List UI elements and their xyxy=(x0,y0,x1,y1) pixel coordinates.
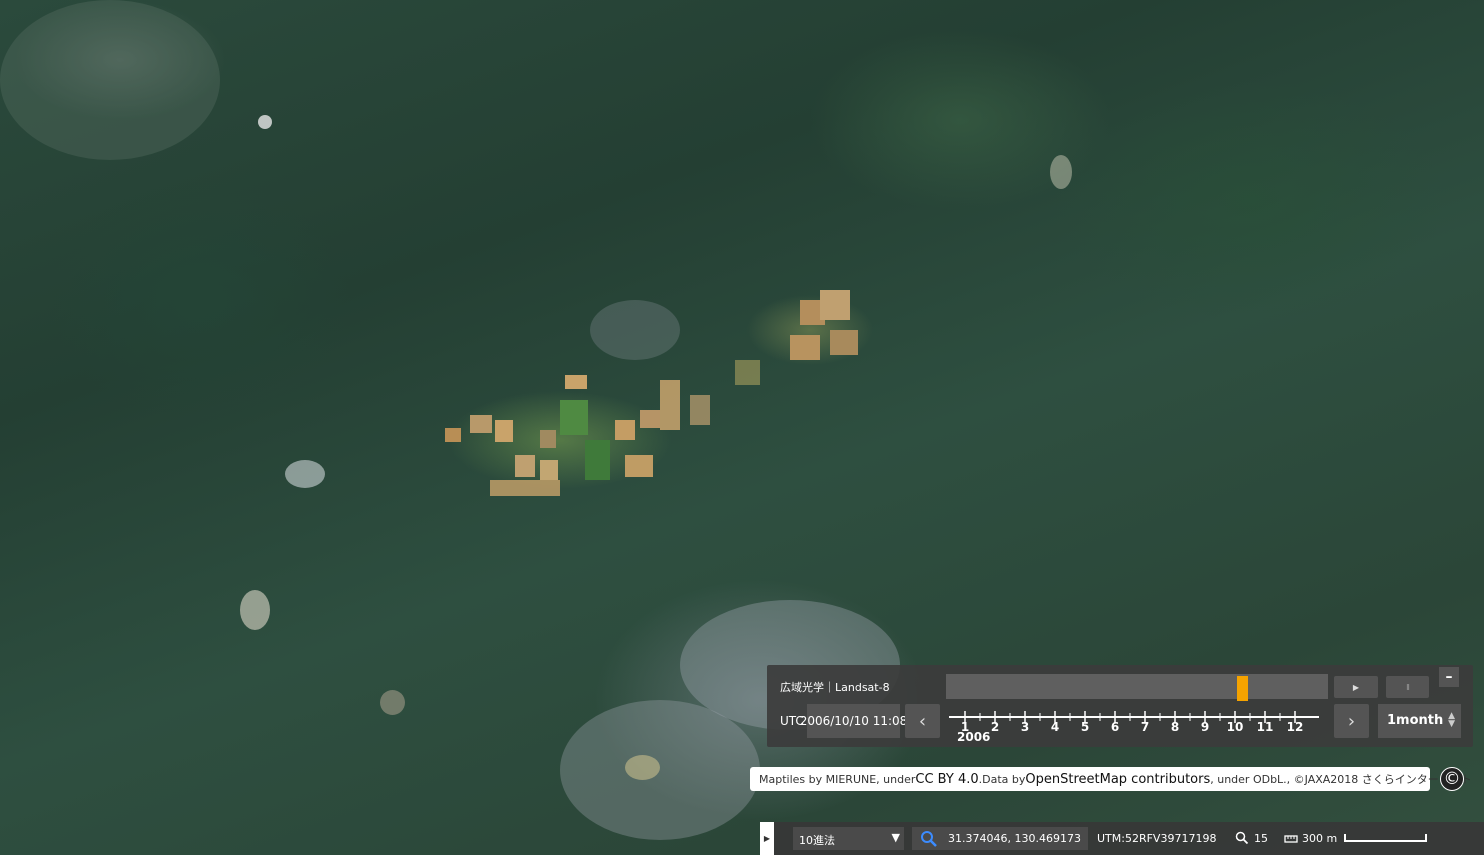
month-tick-label: 11 xyxy=(1257,720,1274,734)
attribution-text-2: .Data by xyxy=(978,772,1026,786)
field-patch xyxy=(625,455,653,477)
bright-patch xyxy=(258,115,272,129)
cc-by-link[interactable]: CC BY 4.0 xyxy=(915,772,978,787)
coordinate-search[interactable]: 31.374046, 130.469173 xyxy=(912,827,1088,850)
month-tick-label: 7 xyxy=(1141,720,1149,734)
chevron-down-icon: ▼ xyxy=(891,831,900,844)
zoom-icon xyxy=(1235,831,1249,845)
play-icon: ▶ xyxy=(1352,682,1360,692)
bright-patch xyxy=(625,755,660,780)
year-label: 2006 xyxy=(957,730,990,744)
month-tick-label: 3 xyxy=(1021,720,1029,734)
urban-area xyxy=(560,700,760,840)
copyright-button[interactable]: © xyxy=(1440,767,1464,791)
month-tick-label: 5 xyxy=(1081,720,1089,734)
bright-patch xyxy=(380,690,405,715)
play-button[interactable]: ▶ xyxy=(1334,676,1378,698)
urban-area xyxy=(590,300,680,360)
field-patch xyxy=(515,455,535,477)
field-patch xyxy=(470,415,492,433)
month-ticks: 1 2 3 4 5 6 7 8 9 10 11 12 xyxy=(961,711,1304,734)
interval-select[interactable]: 1month ▲ ▼ xyxy=(1378,704,1461,738)
scale-label: 300 m xyxy=(1302,832,1338,845)
time-slider-panel: 広域光学｜Landsat-8 ▶ II – UTC 2006/10/10 11:… xyxy=(767,665,1473,747)
bright-patch xyxy=(1050,155,1072,189)
timeline-handle[interactable] xyxy=(1237,676,1248,701)
month-tick-label: 9 xyxy=(1201,720,1209,734)
field-patch xyxy=(540,460,558,480)
field-patch xyxy=(540,430,556,448)
updown-arrows-icon: ▲ ▼ xyxy=(1448,711,1455,729)
osm-link[interactable]: OpenStreetMap contributors xyxy=(1025,772,1210,787)
copyright-icon: © xyxy=(1443,769,1461,789)
field-patch xyxy=(615,420,635,440)
bright-patch xyxy=(285,460,325,488)
attribution-text-1: Maptiles by MIERUNE, under xyxy=(759,772,916,786)
zoom-level: 15 xyxy=(1254,832,1268,845)
month-tick-label: 6 xyxy=(1111,720,1119,734)
collapse-panel-button[interactable]: – xyxy=(1439,667,1459,687)
field-patch xyxy=(735,360,760,385)
field-patch xyxy=(790,335,820,360)
field-patch xyxy=(490,480,560,496)
field-patch xyxy=(820,290,850,320)
field-patch xyxy=(660,380,680,430)
month-tick-label: 8 xyxy=(1171,720,1179,734)
bright-patch xyxy=(240,590,270,630)
field-patch xyxy=(445,428,461,442)
attribution-text-3: , under ODbL., ©JAXA2018 さくらインターネット xyxy=(1210,773,1472,786)
field-patch xyxy=(690,395,710,425)
ruler-icon xyxy=(1284,835,1298,843)
month-tick-label: 2 xyxy=(991,720,999,734)
village-area xyxy=(0,0,220,160)
utm-readout: UTM:52RFV39717198 xyxy=(1097,832,1217,845)
month-tick-label: 12 xyxy=(1287,720,1304,734)
status-bar-toggle[interactable]: ▶ xyxy=(760,822,774,855)
minus-icon: – xyxy=(1445,669,1453,685)
coordinate-format-select[interactable]: 10進法 ▼ xyxy=(793,827,904,850)
scale-bar xyxy=(1344,834,1427,842)
next-time-button[interactable]: › xyxy=(1334,704,1369,738)
field-patch xyxy=(640,410,660,428)
previous-time-button[interactable]: ‹ xyxy=(905,704,940,738)
search-icon xyxy=(921,831,937,847)
data-source-label: 広域光学｜Landsat-8 xyxy=(780,681,890,694)
field-patch xyxy=(830,330,858,355)
interval-value: 1month xyxy=(1387,713,1444,728)
triangle-right-icon: ▶ xyxy=(763,834,771,843)
pause-icon: II xyxy=(1406,682,1410,692)
chevron-right-icon: › xyxy=(1347,710,1356,732)
field-patch xyxy=(585,440,610,480)
field-patch xyxy=(495,420,513,442)
month-scale[interactable]: 1 2 3 4 5 6 7 8 9 10 11 12 2006 xyxy=(947,703,1327,745)
timeline-track[interactable] xyxy=(946,674,1328,701)
coordinate-format-value: 10進法 xyxy=(799,834,835,847)
month-tick-label: 4 xyxy=(1051,720,1059,734)
status-bar: ▶ 10進法 ▼ 31.374046, 130.469173 UTM:52RFV… xyxy=(760,822,1484,855)
field-patch xyxy=(565,375,587,389)
map-attribution: Maptiles by MIERUNE, under CC BY 4.0 .Da… xyxy=(750,767,1472,791)
datetime-display[interactable]: 2006/10/10 11:08 xyxy=(800,704,907,738)
field-patch xyxy=(560,400,588,435)
pause-button[interactable]: II xyxy=(1386,676,1429,698)
coordinate-value: 31.374046, 130.469173 xyxy=(948,832,1081,845)
month-tick-label: 10 xyxy=(1227,720,1244,734)
chevron-left-icon: ‹ xyxy=(918,710,927,732)
